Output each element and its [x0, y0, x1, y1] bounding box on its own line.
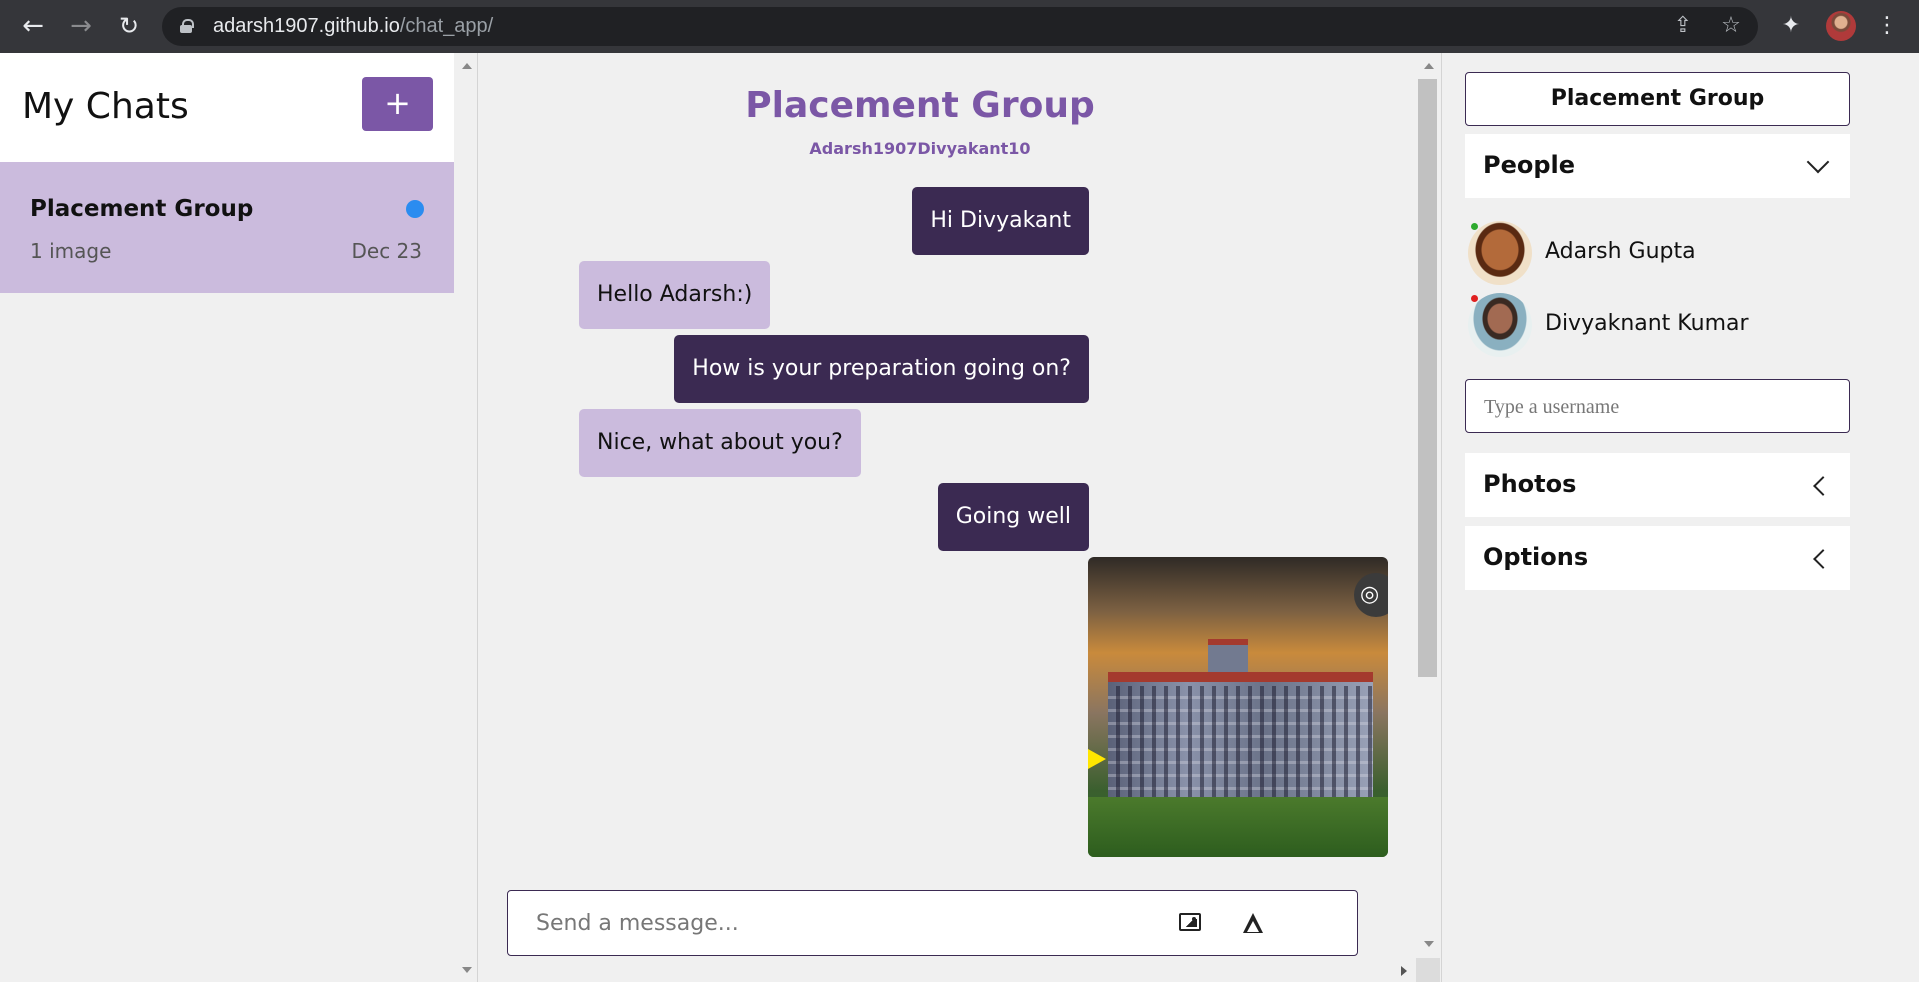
menu-icon[interactable]: ⋮	[1872, 11, 1902, 41]
chevron-down-icon	[1806, 150, 1830, 174]
chat-item-date: Dec 23	[351, 239, 422, 263]
browser-toolbar: ← → ↻ adarsh1907.github.io/chat_app/ ⇪ ☆…	[0, 0, 1919, 53]
people-accordion[interactable]: People	[1465, 134, 1850, 198]
username-input[interactable]	[1484, 392, 1834, 422]
scroll-up-icon[interactable]	[1424, 63, 1434, 69]
options-accordion[interactable]: Options	[1465, 526, 1850, 590]
url-text[interactable]: adarsh1907.github.io/chat_app/	[213, 15, 493, 38]
message-bubble-received: Nice, what about you?	[579, 409, 861, 477]
extensions-icon[interactable]: ✦	[1776, 11, 1806, 41]
chat-scrollbar[interactable]	[1416, 53, 1440, 982]
lock-icon[interactable]	[180, 19, 194, 33]
share-icon[interactable]: ⇪	[1670, 13, 1696, 39]
address-bar[interactable]: adarsh1907.github.io/chat_app/ ⇪ ☆	[162, 7, 1758, 46]
star-icon[interactable]: ☆	[1718, 13, 1744, 39]
scroll-down-icon[interactable]	[462, 967, 472, 973]
member-name: Divyaknant Kumar	[1545, 311, 1749, 336]
profile-avatar[interactable]	[1826, 11, 1856, 41]
reload-icon[interactable]: ↻	[114, 11, 144, 41]
send-icon[interactable]	[1242, 913, 1264, 935]
avatar	[1468, 293, 1532, 357]
chat-item-preview: 1 image	[30, 239, 112, 263]
image-upload-icon[interactable]	[1179, 913, 1201, 931]
chat-list-scrollbar[interactable]	[454, 53, 478, 982]
scroll-down-icon[interactable]	[1424, 941, 1434, 947]
message-bubble-sent: Going well	[937, 483, 1089, 551]
chat-list-item[interactable]: Placement Group 1 image Dec 23	[0, 162, 454, 293]
message-image[interactable]: ◎	[1088, 557, 1388, 857]
chat-window: Placement Group Adarsh1907Divyakant10 Hi…	[479, 53, 1416, 982]
scroll-up-icon[interactable]	[462, 63, 472, 69]
page-title: My Chats	[22, 86, 189, 127]
chat-title: Placement Group	[745, 85, 1095, 126]
member-name: Adarsh Gupta	[1545, 239, 1696, 264]
message-bubble-received: Hello Adarsh:)	[579, 261, 771, 329]
chat-members-subtitle: Adarsh1907Divyakant10	[809, 139, 1031, 158]
unread-dot-icon	[406, 200, 424, 218]
username-field[interactable]	[1465, 379, 1850, 433]
message-input[interactable]	[536, 904, 1136, 942]
avatar	[1468, 221, 1532, 285]
chevron-left-icon	[1813, 476, 1833, 496]
forward-icon[interactable]: →	[66, 11, 96, 41]
scroll-right-icon[interactable]	[1401, 966, 1407, 976]
chat-list-header: My Chats +	[0, 53, 454, 162]
message-bubble-sent: How is your preparation going on?	[674, 335, 1089, 403]
options-label: Options	[1483, 543, 1589, 571]
message-bubble-sent: Hi Divyakant	[912, 187, 1089, 255]
group-name-box: Placement Group	[1465, 72, 1850, 126]
member-item[interactable]: Divyaknant Kumar	[1468, 293, 1848, 357]
people-label: People	[1483, 151, 1576, 179]
scrollbar-corner	[1416, 958, 1440, 982]
lens-icon[interactable]: ◎	[1354, 573, 1388, 617]
new-chat-button[interactable]: +	[362, 77, 433, 131]
back-icon[interactable]: ←	[18, 11, 48, 41]
scrollbar-thumb[interactable]	[1418, 79, 1437, 677]
chat-list-panel: My Chats + Placement Group 1 image Dec 2…	[0, 53, 454, 982]
message-composer	[507, 890, 1358, 956]
chat-item-name: Placement Group	[30, 196, 254, 222]
member-item[interactable]: Adarsh Gupta	[1468, 221, 1848, 285]
horizontal-scrollbar[interactable]	[479, 958, 1416, 982]
online-status-icon	[1471, 223, 1478, 230]
photos-accordion[interactable]: Photos	[1465, 453, 1850, 517]
chevron-left-icon	[1813, 549, 1833, 569]
photos-label: Photos	[1483, 470, 1577, 498]
offline-status-icon	[1471, 295, 1478, 302]
group-details-panel: Placement Group People Adarsh Gupta Divy…	[1441, 53, 1919, 982]
